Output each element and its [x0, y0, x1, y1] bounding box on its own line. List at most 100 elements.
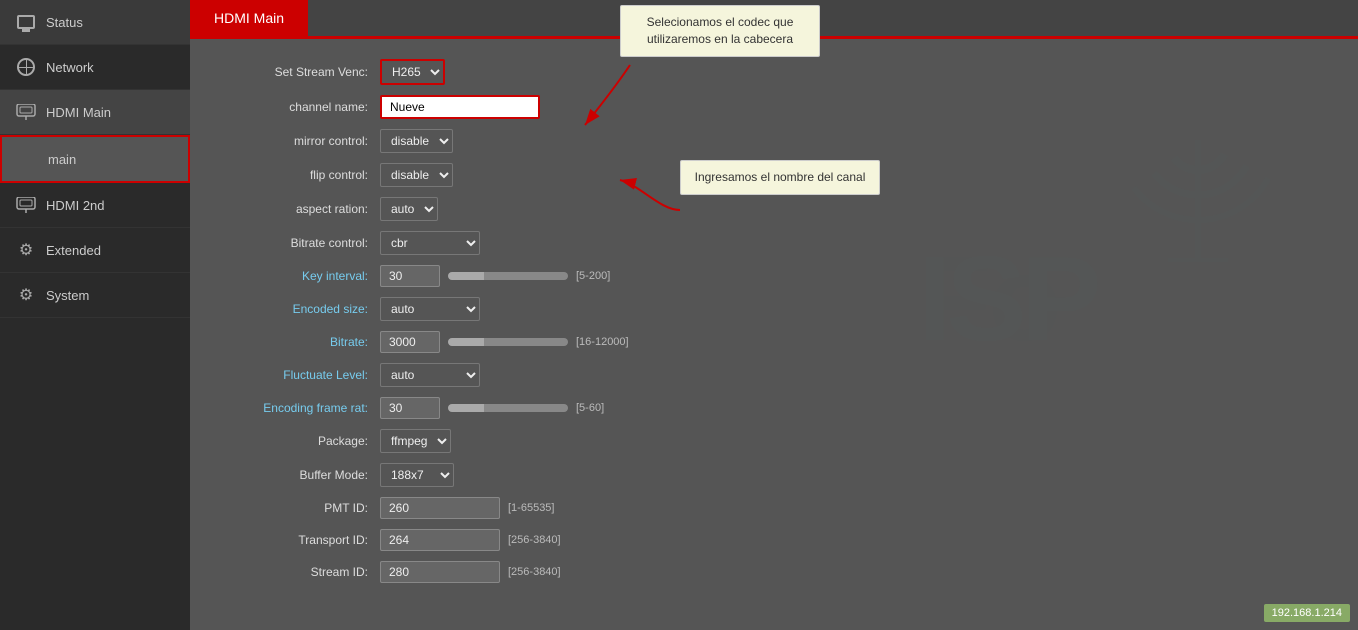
key-interval-input[interactable]: [380, 265, 440, 287]
stream-id-label: Stream ID:: [220, 565, 380, 579]
flip-control-label: flip control:: [220, 168, 380, 182]
bitrate-control: [16-12000]: [380, 331, 629, 353]
sidebar-item-system[interactable]: ⚙ System: [0, 273, 190, 318]
set-stream-venc-control: H265 H264: [380, 59, 445, 85]
channel-name-input[interactable]: [380, 95, 540, 119]
bitrate-slider[interactable]: [448, 338, 568, 346]
mirror-control-row: mirror control: disable enable: [220, 129, 1328, 153]
system-gear-icon: ⚙: [16, 285, 36, 305]
hdmi-icon: [16, 102, 36, 122]
monitor-icon: [16, 12, 36, 32]
tooltip-codec: Selecionamos el codec que utilizaremos e…: [620, 5, 820, 57]
encoded-size-control: auto 1920x1080 1280x720: [380, 297, 480, 321]
pmt-id-range: [1-65535]: [508, 502, 554, 514]
channel-name-label: channel name:: [220, 100, 380, 114]
gear-icon: ⚙: [16, 240, 36, 260]
bitrate-input[interactable]: [380, 331, 440, 353]
sidebar-item-label: HDMI Main: [46, 105, 111, 120]
stream-id-range: [256-3840]: [508, 566, 561, 578]
sidebar-item-status[interactable]: Status: [0, 0, 190, 45]
bitrate-range: [16-12000]: [576, 336, 629, 348]
bitrate-control-row: Bitrate control: cbr vbr: [220, 231, 1328, 255]
encoding-frame-rate-row: Encoding frame rat: [5-60]: [220, 397, 1328, 419]
bitrate-control-control: cbr vbr: [380, 231, 480, 255]
main-content: HDMI Main ISP Fo Selecionamos el codec q…: [190, 0, 1358, 630]
sidebar-item-extended[interactable]: ⚙ Extended: [0, 228, 190, 273]
buffer-mode-label: Buffer Mode:: [220, 468, 380, 482]
transport-id-row: Transport ID: [256-3840]: [220, 529, 1328, 551]
fluctuate-level-select[interactable]: auto 1 2 3: [380, 363, 480, 387]
key-interval-control: [5-200]: [380, 265, 610, 287]
encoding-frame-rate-control: [5-60]: [380, 397, 604, 419]
mirror-control-select[interactable]: disable enable: [380, 129, 453, 153]
sidebar-item-label: main: [48, 152, 76, 167]
stream-id-control: [256-3840]: [380, 561, 561, 583]
encoding-frame-rate-range: [5-60]: [576, 402, 604, 414]
package-label: Package:: [220, 434, 380, 448]
channel-name-control: [380, 95, 540, 119]
encoding-frame-rate-label: Encoding frame rat:: [220, 401, 380, 415]
transport-id-control: [256-3840]: [380, 529, 561, 551]
transport-id-input[interactable]: [380, 529, 500, 551]
transport-id-label: Transport ID:: [220, 533, 380, 547]
fluctuate-level-label: Fluctuate Level:: [220, 368, 380, 382]
buffer-mode-select[interactable]: 188x7 188x14: [380, 463, 454, 487]
tab-hdmi-main[interactable]: HDMI Main: [190, 0, 308, 36]
key-interval-row: Key interval: [5-200]: [220, 265, 1328, 287]
sidebar-item-main[interactable]: main: [0, 135, 190, 183]
set-stream-venc-select[interactable]: H265 H264: [380, 59, 445, 85]
stream-id-input[interactable]: [380, 561, 500, 583]
package-row: Package: ffmpeg ts: [220, 429, 1328, 453]
sidebar-item-label: HDMI 2nd: [46, 198, 105, 213]
stream-id-row: Stream ID: [256-3840]: [220, 561, 1328, 583]
sidebar-item-label: Network: [46, 60, 94, 75]
pmt-id-row: PMT ID: [1-65535]: [220, 497, 1328, 519]
aspect-ration-row: aspect ration: auto 4:3 16:9: [220, 197, 1328, 221]
bitrate-label: Bitrate:: [220, 335, 380, 349]
sidebar-item-label: Extended: [46, 243, 101, 258]
blank-icon: [18, 149, 38, 169]
mirror-control-control: disable enable: [380, 129, 453, 153]
sidebar-item-hdmi-main[interactable]: HDMI Main: [0, 90, 190, 135]
buffer-mode-control: 188x7 188x14: [380, 463, 454, 487]
channel-name-row: channel name:: [220, 95, 1328, 119]
encoded-size-label: Encoded size:: [220, 302, 380, 316]
globe-icon: [16, 57, 36, 77]
sidebar-item-label: System: [46, 288, 89, 303]
sidebar: Status Network HDMI Main main HDMI 2nd: [0, 0, 190, 630]
buffer-mode-row: Buffer Mode: 188x7 188x14: [220, 463, 1328, 487]
pmt-id-label: PMT ID:: [220, 501, 380, 515]
pmt-id-input[interactable]: [380, 497, 500, 519]
mirror-control-label: mirror control:: [220, 134, 380, 148]
fluctuate-level-row: Fluctuate Level: auto 1 2 3: [220, 363, 1328, 387]
key-interval-range: [5-200]: [576, 270, 610, 282]
set-stream-venc-label: Set Stream Venc:: [220, 65, 380, 79]
tooltip-canal: Ingresamos el nombre del canal: [680, 160, 880, 195]
transport-id-range: [256-3840]: [508, 534, 561, 546]
encoding-frame-rate-slider[interactable]: [448, 404, 568, 412]
key-interval-label: Key interval:: [220, 269, 380, 283]
encoded-size-row: Encoded size: auto 1920x1080 1280x720: [220, 297, 1328, 321]
key-interval-slider[interactable]: [448, 272, 568, 280]
aspect-ration-control: auto 4:3 16:9: [380, 197, 438, 221]
bitrate-control-label: Bitrate control:: [220, 236, 380, 250]
aspect-ration-select[interactable]: auto 4:3 16:9: [380, 197, 438, 221]
package-select[interactable]: ffmpeg ts: [380, 429, 451, 453]
encoding-frame-rate-input[interactable]: [380, 397, 440, 419]
bitrate-control-select[interactable]: cbr vbr: [380, 231, 480, 255]
form-area: Set Stream Venc: H265 H264 channel name:…: [190, 39, 1358, 630]
flip-control-select[interactable]: disable enable: [380, 163, 453, 187]
ip-badge: 192.168.1.214: [1264, 604, 1350, 622]
aspect-ration-label: aspect ration:: [220, 202, 380, 216]
sidebar-item-label: Status: [46, 15, 83, 30]
fluctuate-level-control: auto 1 2 3: [380, 363, 480, 387]
package-control: ffmpeg ts: [380, 429, 451, 453]
bitrate-row: Bitrate: [16-12000]: [220, 331, 1328, 353]
sidebar-item-hdmi-2nd[interactable]: HDMI 2nd: [0, 183, 190, 228]
set-stream-venc-row: Set Stream Venc: H265 H264: [220, 59, 1328, 85]
pmt-id-control: [1-65535]: [380, 497, 554, 519]
hdmi2-icon: [16, 195, 36, 215]
sidebar-item-network[interactable]: Network: [0, 45, 190, 90]
flip-control-control: disable enable: [380, 163, 453, 187]
encoded-size-select[interactable]: auto 1920x1080 1280x720: [380, 297, 480, 321]
